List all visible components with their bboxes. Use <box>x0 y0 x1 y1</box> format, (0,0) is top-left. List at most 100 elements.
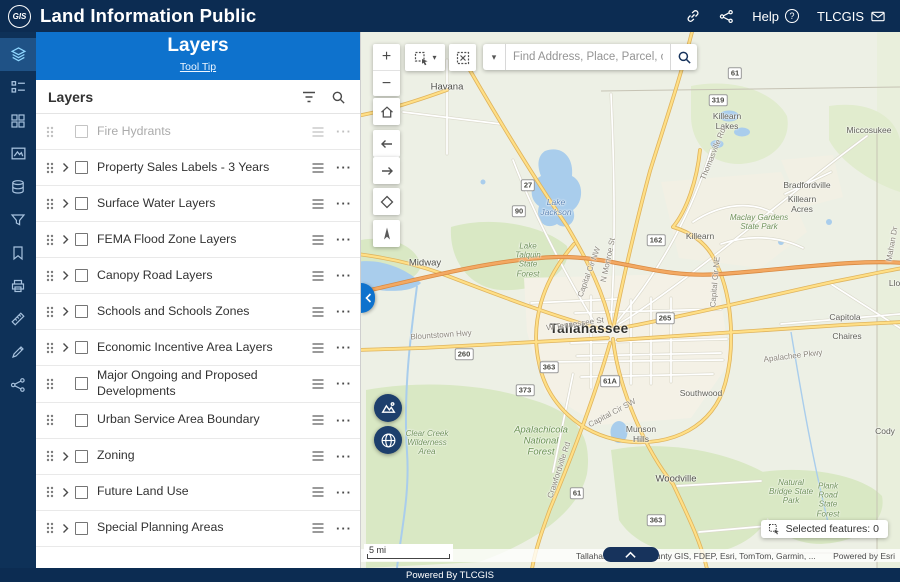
drag-handle-icon[interactable] <box>42 377 57 391</box>
layer-checkbox[interactable] <box>75 125 88 138</box>
sidebar-item-draw[interactable] <box>0 335 36 368</box>
layer-legend-icon[interactable] <box>311 125 325 139</box>
globe-button[interactable] <box>374 426 402 454</box>
layer-options-icon[interactable]: ··· <box>336 449 352 464</box>
search-input[interactable] <box>506 44 670 70</box>
layer-options-icon[interactable]: ··· <box>336 376 352 391</box>
layer-label[interactable]: Surface Water Layers <box>97 196 311 212</box>
layer-checkbox[interactable] <box>75 522 88 535</box>
layer-label[interactable]: Fire Hydrants <box>97 124 311 140</box>
drag-handle-icon[interactable] <box>42 485 57 499</box>
layer-label[interactable]: Future Land Use <box>97 484 311 500</box>
drag-handle-icon[interactable] <box>42 269 57 283</box>
layer-legend-icon[interactable] <box>311 449 325 463</box>
expand-chevron-icon[interactable] <box>57 234 73 245</box>
layer-options-icon[interactable]: ··· <box>336 304 352 319</box>
clear-selection-button[interactable] <box>449 44 476 71</box>
drag-handle-icon[interactable] <box>42 521 57 535</box>
sidebar-item-measurement[interactable] <box>0 302 36 335</box>
layer-options-icon[interactable]: ··· <box>336 160 352 175</box>
layer-label[interactable]: FEMA Flood Zone Layers <box>97 232 311 248</box>
zoom-in-button[interactable]: + <box>373 44 400 70</box>
expand-chevron-icon[interactable] <box>57 306 73 317</box>
layer-options-icon[interactable]: ··· <box>336 232 352 247</box>
layer-legend-icon[interactable] <box>311 305 325 319</box>
next-extent-button[interactable] <box>373 157 400 184</box>
drag-handle-icon[interactable] <box>42 413 57 427</box>
tooltip-link[interactable]: Tool Tip <box>180 61 216 73</box>
filter-layers-icon[interactable] <box>301 89 317 105</box>
layer-checkbox[interactable] <box>75 269 88 282</box>
layer-checkbox[interactable] <box>75 197 88 210</box>
select-tool-dropdown-icon[interactable]: ▾ <box>432 53 436 62</box>
layer-options-icon[interactable]: ··· <box>336 124 352 139</box>
expand-chevron-icon[interactable] <box>57 198 73 209</box>
default-extent-button[interactable] <box>373 188 400 215</box>
zoom-out-button[interactable]: − <box>373 70 400 96</box>
search-source-dropdown[interactable]: ▾ <box>483 44 506 70</box>
layer-legend-icon[interactable] <box>311 233 325 247</box>
layer-legend-icon[interactable] <box>311 413 325 427</box>
layer-checkbox[interactable] <box>75 341 88 354</box>
contact-button[interactable]: TLCGIS <box>817 9 886 24</box>
layer-label[interactable]: Economic Incentive Area Layers <box>97 340 311 356</box>
layer-options-icon[interactable]: ··· <box>336 485 352 500</box>
sidebar-item-legend[interactable] <box>0 71 36 104</box>
drag-handle-icon[interactable] <box>42 305 57 319</box>
drag-handle-icon[interactable] <box>42 449 57 463</box>
drag-handle-icon[interactable] <box>42 233 57 247</box>
layer-legend-icon[interactable] <box>311 197 325 211</box>
layer-label[interactable]: Canopy Road Layers <box>97 268 311 284</box>
layer-legend-icon[interactable] <box>311 269 325 283</box>
layer-label[interactable]: Special Planning Areas <box>97 520 311 536</box>
expand-chevron-icon[interactable] <box>57 487 73 498</box>
layer-checkbox[interactable] <box>75 414 88 427</box>
locate-button[interactable] <box>373 220 400 247</box>
layer-checkbox[interactable] <box>75 486 88 499</box>
expand-chevron-icon[interactable] <box>57 342 73 353</box>
layer-legend-icon[interactable] <box>311 485 325 499</box>
sidebar-item-share-network[interactable] <box>0 368 36 401</box>
sidebar-item-bookmarks[interactable] <box>0 236 36 269</box>
layer-options-icon[interactable]: ··· <box>336 196 352 211</box>
drag-handle-icon[interactable] <box>42 341 57 355</box>
layer-checkbox[interactable] <box>75 233 88 246</box>
basemap-toggle-button[interactable] <box>374 394 402 422</box>
layer-label[interactable]: Urban Service Area Boundary <box>97 412 311 428</box>
layer-label[interactable]: Zoning <box>97 448 311 464</box>
layer-legend-icon[interactable] <box>311 341 325 355</box>
expand-chevron-icon[interactable] <box>57 162 73 173</box>
sidebar-item-layers[interactable] <box>0 38 36 71</box>
home-button[interactable] <box>373 98 400 125</box>
search-submit-button[interactable] <box>670 44 697 70</box>
layer-legend-icon[interactable] <box>311 521 325 535</box>
search-layers-icon[interactable] <box>331 90 346 105</box>
layer-legend-icon[interactable] <box>311 161 325 175</box>
layer-label[interactable]: Major Ongoing and Proposed Developments <box>97 368 311 400</box>
expand-chevron-icon[interactable] <box>57 523 73 534</box>
sidebar-item-print[interactable] <box>0 269 36 302</box>
sidebar-item-basemap[interactable] <box>0 104 36 137</box>
layer-checkbox[interactable] <box>75 450 88 463</box>
sidebar-item-filter[interactable] <box>0 203 36 236</box>
layer-checkbox[interactable] <box>75 161 88 174</box>
expand-chevron-icon[interactable] <box>57 451 73 462</box>
layer-legend-icon[interactable] <box>311 377 325 391</box>
drag-handle-icon[interactable] <box>42 197 57 211</box>
drag-handle-icon[interactable] <box>42 125 57 139</box>
previous-extent-button[interactable] <box>373 130 400 157</box>
layer-label[interactable]: Property Sales Labels - 3 Years <box>97 160 311 176</box>
drag-handle-icon[interactable] <box>42 161 57 175</box>
layer-options-icon[interactable]: ··· <box>336 268 352 283</box>
sidebar-item-map-image[interactable] <box>0 137 36 170</box>
layer-checkbox[interactable] <box>75 305 88 318</box>
layer-options-icon[interactable]: ··· <box>336 521 352 536</box>
basemap[interactable] <box>361 32 900 568</box>
select-tool-button[interactable]: ▾ <box>405 44 445 71</box>
help-button[interactable]: Help ? <box>752 9 799 24</box>
share-link-button[interactable] <box>685 8 701 24</box>
share-button[interactable] <box>719 9 734 24</box>
layer-options-icon[interactable]: ··· <box>336 340 352 355</box>
layer-label[interactable]: Schools and Schools Zones <box>97 304 311 320</box>
expand-chevron-icon[interactable] <box>57 270 73 281</box>
